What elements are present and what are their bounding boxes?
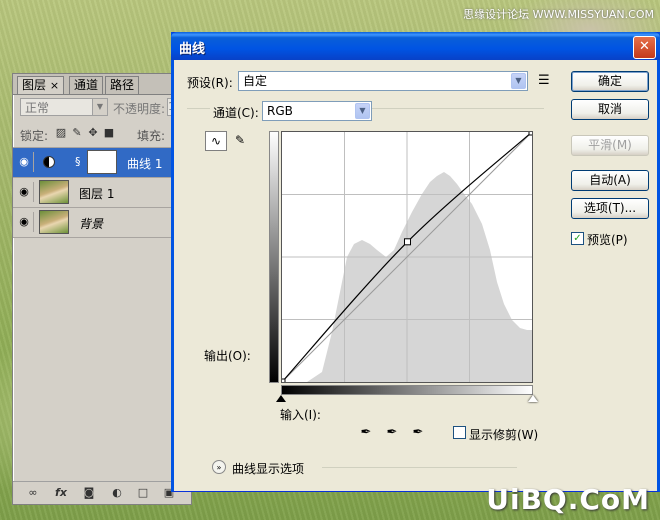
fill-label: 填充: bbox=[137, 129, 166, 143]
group-icon[interactable]: □ bbox=[135, 486, 151, 500]
tab-paths-label: 路径 bbox=[110, 78, 135, 92]
smooth-button[interactable]: 平滑(M) bbox=[571, 135, 649, 156]
layers-tabs: 图层 × 通道 路径 bbox=[13, 74, 191, 95]
layers-footer: ∞ fx ◙ ◐ □ ▣ bbox=[13, 481, 191, 504]
options-line bbox=[322, 467, 517, 468]
show-clipping-checkbox[interactable] bbox=[453, 426, 466, 439]
preset-select[interactable]: 自定 ▼ bbox=[238, 71, 528, 91]
gray-eyedropper-icon[interactable]: ✒ bbox=[384, 425, 400, 441]
layer-thumbnail bbox=[39, 180, 69, 204]
curves-dialog: 曲线 ✕ 预设(R): 自定 ▼ ☰ 通道(C): RGB ▼ ∿ ✎ 输出(O… bbox=[171, 32, 660, 492]
link-icon: § bbox=[75, 155, 81, 168]
output-gradient bbox=[269, 131, 279, 383]
black-eyedropper-icon[interactable]: ✒ bbox=[358, 425, 374, 441]
input-label: 输入(I): bbox=[280, 408, 321, 422]
link-icon[interactable]: ∞ bbox=[25, 486, 41, 500]
adjustment-icon[interactable]: ◐ bbox=[109, 486, 125, 500]
input-gradient bbox=[281, 385, 533, 395]
curve-graph[interactable] bbox=[281, 131, 533, 383]
pencil-tool-icon[interactable]: ✎ bbox=[229, 131, 251, 151]
preset-value: 自定 bbox=[243, 74, 268, 88]
lock-transparent-icon[interactable]: ▨ bbox=[55, 127, 67, 139]
fx-icon[interactable]: fx bbox=[53, 486, 69, 500]
options-button[interactable]: 选项(T)... bbox=[571, 198, 649, 219]
dialog-title: 曲线 bbox=[179, 42, 206, 57]
opacity-label: 不透明度: bbox=[113, 102, 166, 116]
preview-checkbox[interactable]: ✓ bbox=[571, 232, 584, 245]
close-button[interactable]: ✕ bbox=[633, 36, 656, 59]
auto-button[interactable]: 自动(A) bbox=[571, 170, 649, 191]
eye-icon[interactable]: ◉ bbox=[15, 212, 34, 232]
layer-mask-thumbnail[interactable] bbox=[87, 150, 117, 174]
tab-paths[interactable]: 路径 bbox=[105, 76, 140, 94]
tab-channels[interactable]: 通道 bbox=[69, 76, 104, 94]
layer-thumbnail bbox=[39, 210, 69, 234]
layer-name: 背景 bbox=[79, 217, 104, 231]
show-clipping-label: 显示修剪(W) bbox=[469, 428, 539, 442]
tab-channels-label: 通道 bbox=[74, 78, 99, 92]
curve-tool-icon[interactable]: ∿ bbox=[205, 131, 227, 151]
curve-display-options-label[interactable]: 曲线显示选项 bbox=[232, 460, 304, 477]
layer-name: 曲线 1 bbox=[127, 157, 163, 171]
black-point-slider[interactable] bbox=[276, 395, 286, 402]
tab-layers-label: 图层 bbox=[22, 78, 47, 92]
channel-value: RGB bbox=[267, 104, 293, 118]
eye-icon[interactable]: ◉ bbox=[15, 152, 34, 172]
preview-label: 预览(P) bbox=[587, 233, 628, 247]
channel-select[interactable]: RGB ▼ bbox=[262, 101, 372, 121]
layer-name: 图层 1 bbox=[79, 187, 115, 201]
chevron-down-icon: ▼ bbox=[355, 103, 370, 119]
move-lock-icon[interactable]: ✥ bbox=[87, 127, 99, 139]
watermark-top: 思缘设计论坛 WWW.MISSYUAN.COM bbox=[463, 8, 654, 21]
ok-button[interactable]: 确定 bbox=[571, 71, 649, 92]
curve-control-point[interactable] bbox=[403, 238, 411, 246]
chevron-down-icon: ▼ bbox=[92, 99, 107, 115]
layer-row[interactable]: ◉ 背景 bbox=[13, 207, 191, 238]
curve-control-point[interactable] bbox=[528, 132, 532, 136]
layer-row[interactable]: ◉ § 曲线 1 bbox=[13, 147, 191, 177]
brush-lock-icon[interactable]: ✎ bbox=[71, 127, 83, 139]
chevron-down-icon: ▼ bbox=[511, 73, 526, 89]
tab-layers[interactable]: 图层 × bbox=[17, 76, 65, 94]
blend-mode-value: 正常 bbox=[25, 101, 50, 115]
tab-close-icon[interactable]: × bbox=[50, 79, 59, 92]
lock-label: 锁定: bbox=[20, 129, 49, 143]
watermark-bottom: UiBQ.CoM bbox=[486, 483, 650, 516]
expand-icon[interactable]: » bbox=[212, 460, 226, 474]
mask-icon[interactable]: ◙ bbox=[81, 486, 97, 500]
eye-icon[interactable]: ◉ bbox=[15, 182, 34, 202]
layer-row[interactable]: ◉ 图层 1 bbox=[13, 177, 191, 207]
layers-panel: 图层 × 通道 路径 正常 ▼ 不透明度: 1 锁定: ▨ ✎ ✥ ■ 填充: … bbox=[12, 73, 192, 505]
cancel-button[interactable]: 取消 bbox=[571, 99, 649, 120]
curve-svg bbox=[282, 132, 532, 382]
output-label: 输出(O): bbox=[204, 349, 251, 363]
preset-menu-icon[interactable]: ☰ bbox=[538, 73, 550, 88]
preset-label: 预设(R): bbox=[187, 76, 233, 90]
adjustment-layer-icon bbox=[43, 156, 55, 168]
channel-label: 通道(C): bbox=[210, 104, 262, 121]
lock-all-icon[interactable]: ■ bbox=[103, 127, 115, 139]
curve-control-point[interactable] bbox=[282, 378, 286, 382]
white-point-slider[interactable] bbox=[528, 395, 538, 402]
title-bar[interactable]: 曲线 ✕ bbox=[171, 32, 660, 60]
white-eyedropper-icon[interactable]: ✒ bbox=[410, 425, 426, 441]
blend-mode-select[interactable]: 正常 ▼ bbox=[20, 98, 108, 116]
